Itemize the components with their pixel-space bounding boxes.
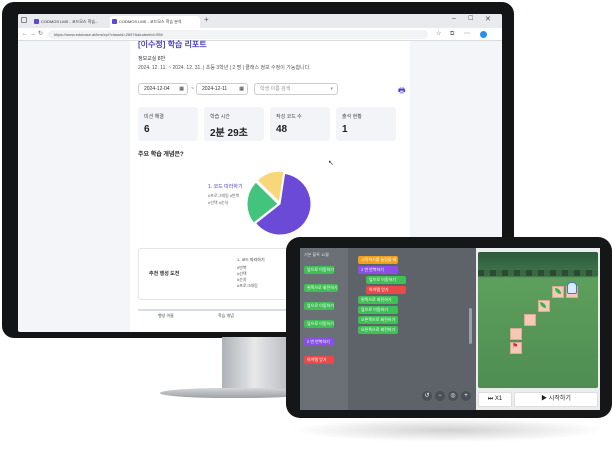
print-icon[interactable]: 🖶 xyxy=(398,85,406,99)
close-window-button[interactable]: ✕ xyxy=(485,15,491,23)
path-tile xyxy=(510,328,522,340)
back-icon[interactable]: ← xyxy=(22,30,28,39)
code-block[interactable]: 왼쪽으로 회전하기 xyxy=(358,296,398,304)
code-block[interactable]: 앞으로 이동하기 xyxy=(304,302,334,310)
class-name: 정보교실 8반 xyxy=(138,56,166,62)
game-area: ⚑ ⏭ X1 ▶ 시작하기 xyxy=(476,248,600,410)
pie-legend-line: #선택 #순차 xyxy=(208,200,229,205)
start-date-field[interactable]: 2024-12-04 ▦ xyxy=(138,83,188,95)
code-block[interactable]: 시작하기를 눌렀을 때 xyxy=(358,256,398,264)
code-block[interactable]: 아이템 얻기 xyxy=(304,356,334,364)
calendar-icon: ▦ xyxy=(179,86,184,92)
url-field[interactable]: https://www.edubase.ai/lms/cpl?classId=2… xyxy=(48,30,428,39)
browser-tab-1[interactable]: CODMOS LMS - 코드모스 학습... xyxy=(32,16,108,28)
tablet-screen: 기본 블록 11월 앞으로 이동하기 왼쪽으로 회전하기 앞으로 이동하기 앞으로 이… xyxy=(300,248,600,410)
edge-profile-icon[interactable] xyxy=(480,31,487,38)
monitor-stand-neck xyxy=(222,337,294,392)
browser-address-bar: ← → ↻ https://www.edubase.ai/lms/cpl?cla… xyxy=(18,28,502,41)
code-block[interactable]: 오른쪽으로 회전하기 xyxy=(358,316,398,324)
concept-pie-chart xyxy=(246,170,312,236)
recommend-label: 추천 행성 도전 xyxy=(149,271,180,277)
window-menu-icon[interactable] xyxy=(21,17,27,23)
stat-card-missions: 미션 해결 6 xyxy=(138,107,198,141)
goal-flag-icon: ⚑ xyxy=(512,343,519,350)
calendar-icon: ▦ xyxy=(239,86,244,92)
more-menu-icon[interactable]: ⋯ xyxy=(464,30,470,39)
block-palette: 기본 블록 11월 앞으로 이동하기 왼쪽으로 회전하기 앞으로 이동하기 앞으로 이… xyxy=(300,248,348,410)
concept-heading: 주요 학습 개념은? xyxy=(138,152,184,158)
undo-icon[interactable]: ↺ xyxy=(422,391,432,401)
forward-icon[interactable]: → xyxy=(30,30,36,39)
code-block[interactable]: 오른쪽으로 회전하기 xyxy=(358,326,398,334)
code-block[interactable]: 앞으로 이동하기 xyxy=(304,266,334,274)
pie-legend-title: 1. 코드 따라하기 xyxy=(208,184,243,190)
pie-legend: 1. 코드 따라하기 #프로그래밍 #반복 #선택 #순차 xyxy=(208,183,243,206)
student-search-select[interactable]: 학생 이름 검색 ▾ xyxy=(254,83,338,95)
recommend-title: 1. 코드 따라하기 xyxy=(237,257,265,262)
robot-character-icon xyxy=(567,282,577,294)
extensions-icon[interactable]: ⧉ xyxy=(450,30,454,39)
report-title: [이수정] 학습 리포트 xyxy=(138,40,207,49)
play-icon: ▶ xyxy=(541,396,548,402)
code-block[interactable]: 2 번 반복하기 xyxy=(304,338,334,346)
minimize-button[interactable]: – xyxy=(452,15,456,22)
code-block[interactable]: 앞으로 이동하기 xyxy=(304,320,334,328)
fast-forward-icon: ⏭ xyxy=(487,396,494,402)
refresh-icon[interactable]: ↻ xyxy=(38,30,43,39)
recommend-tag: #프로그래밍 xyxy=(237,283,258,288)
path-tile xyxy=(524,314,536,326)
zoom-reset-icon[interactable]: ◎ xyxy=(448,391,458,401)
chevron-down-icon: ▾ xyxy=(330,86,333,92)
browser-tab-2[interactable]: CODMOS LMS - 코드모스 학습 분석 xyxy=(110,16,200,28)
class-period: 2024. 12. 11. ~ 2024. 12. 31. | 초등 3학년 |… xyxy=(138,65,311,71)
game-stage: ⚑ xyxy=(478,252,598,388)
codmos-favicon-icon xyxy=(112,19,117,24)
stat-card-study-time: 학습 시간 2분 29초 xyxy=(204,107,264,141)
code-block[interactable]: 앞으로 이동하기 xyxy=(358,306,398,314)
stat-card-attendance: 출석 현황 1 xyxy=(336,107,396,141)
code-block[interactable]: 2 번 반복하기 xyxy=(358,266,398,274)
favorite-star-icon[interactable]: ☆ xyxy=(436,30,441,39)
palette-header: 기본 블록 11월 xyxy=(304,252,329,257)
pixel-grass-border xyxy=(478,270,598,276)
speed-button[interactable]: ⏭ X1 xyxy=(478,392,512,407)
zoom-out-icon[interactable]: − xyxy=(435,391,445,401)
workspace-scrollbar[interactable] xyxy=(469,308,472,344)
date-separator: ~ xyxy=(191,86,194,92)
code-workspace: 시작하기를 눌렀을 때2 번 반복하기 앞으로 이동하기 아이템 얻기 왼쪽으로 회전… xyxy=(348,248,476,410)
code-block[interactable]: 왼쪽으로 회전하기 xyxy=(304,284,338,292)
codmos-favicon-icon xyxy=(34,19,39,24)
maximize-button[interactable]: ☐ xyxy=(468,15,473,22)
browser-tab-bar: CODMOS LMS - 코드모스 학습... CODMOS LMS - 코드모… xyxy=(18,14,502,28)
column-header: 학습 개념 xyxy=(218,313,234,318)
code-block[interactable]: 앞으로 이동하기 xyxy=(366,276,406,284)
stat-card-code-count: 작성 코드 수 48 xyxy=(270,107,330,141)
start-button[interactable]: ▶ 시작하기 xyxy=(514,392,598,407)
tablet-shadow xyxy=(290,418,608,442)
end-date-field[interactable]: 2024-12-11 ▦ xyxy=(196,83,248,95)
zoom-in-icon[interactable]: + xyxy=(461,391,471,401)
pie-legend-line: #프로그래밍 #반복 xyxy=(208,193,240,198)
new-tab-button[interactable]: + xyxy=(204,15,209,24)
code-block[interactable]: 아이템 얻기 xyxy=(366,286,406,294)
column-header: 행성 이름 xyxy=(158,313,174,318)
mouse-cursor-icon: ↖ xyxy=(328,160,334,167)
